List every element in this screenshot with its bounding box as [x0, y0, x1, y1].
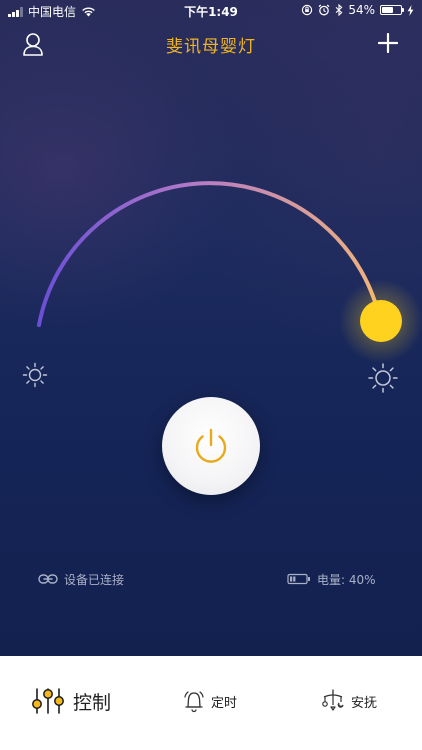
tab-soothe[interactable]: 安抚 [321, 686, 377, 716]
power-icon [195, 428, 227, 463]
tab-control-label: 控制 [73, 691, 112, 714]
device-battery: 电量: 40% [287, 571, 376, 587]
mobile-toy-icon [322, 689, 344, 711]
device-battery-icon [287, 573, 310, 585]
brightness-knob[interactable] [360, 300, 402, 342]
bright-brightness-icon [368, 363, 398, 393]
device-battery-text: 电量: 40% [317, 572, 376, 587]
app-screen: 中国电信 下午1:49 54% 斐讯母婴灯 设备已连接 电量: 40% 控制 定… [0, 0, 422, 750]
brightness-slider[interactable] [0, 0, 422, 656]
tab-bar: 控制 定时 安抚 [0, 656, 422, 750]
tab-soothe-label: 安抚 [351, 695, 378, 711]
dim-brightness-icon [22, 362, 48, 388]
connection-status-text: 设备已连接 [64, 572, 125, 587]
tab-timer[interactable]: 定时 [183, 686, 237, 716]
tab-timer-label: 定时 [211, 695, 238, 711]
link-icon [38, 574, 58, 584]
brightness-arc-track[interactable] [37, 181, 383, 327]
connection-status: 设备已连接 [38, 571, 124, 587]
power-button[interactable] [162, 397, 260, 495]
tab-control[interactable]: 控制 [31, 686, 111, 716]
control-sliders-icon [32, 688, 64, 714]
bell-icon [184, 691, 204, 713]
